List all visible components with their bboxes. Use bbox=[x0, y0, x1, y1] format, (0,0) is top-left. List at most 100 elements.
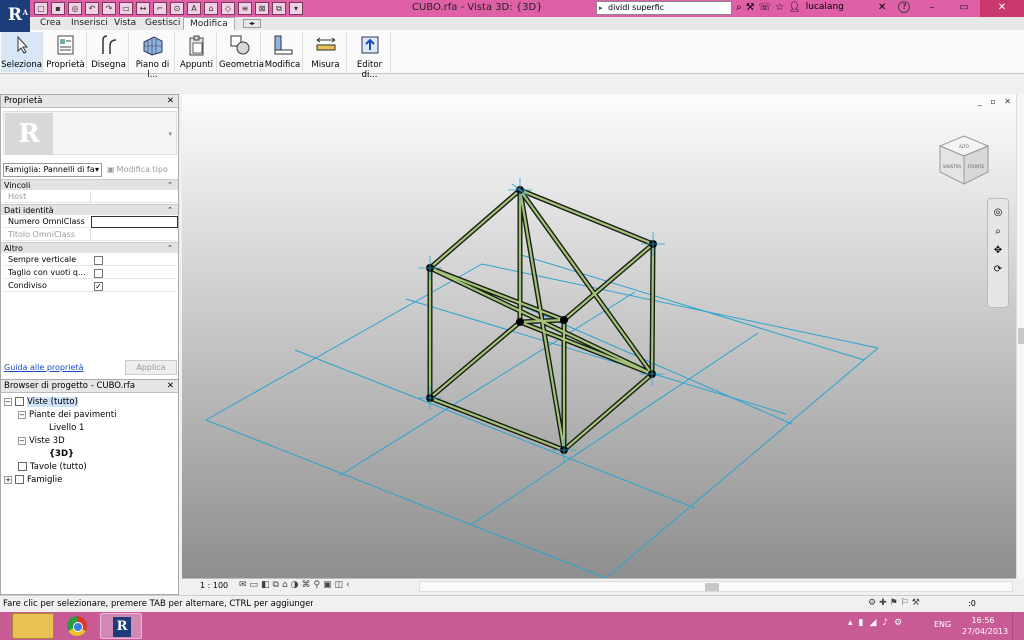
ribbon-panel: Seleziona Proprietà Disegna Piano di l..… bbox=[0, 30, 1024, 80]
section-vincoli[interactable]: Vincoli ⌃ bbox=[1, 179, 178, 190]
tree-viste[interactable]: − Viste (tutto) bbox=[4, 396, 78, 408]
language-indicator[interactable]: ENG bbox=[934, 620, 951, 629]
row-taglio-vuoti: Taglio con vuoti q... bbox=[3, 267, 177, 279]
chrome-taskbar-button[interactable] bbox=[56, 613, 98, 639]
section-dati-identita[interactable]: Dati identità ⌃ bbox=[1, 204, 178, 215]
geometry-label: Geometria bbox=[219, 60, 264, 70]
print-icon[interactable]: ▭ bbox=[119, 2, 133, 15]
system-tray-icons[interactable]: ▴▮◢♪⚙ bbox=[848, 618, 908, 628]
user-icon[interactable]: 👤︎ bbox=[788, 2, 801, 13]
help-icon[interactable]: ? bbox=[898, 1, 911, 13]
geometry-button[interactable]: Geometria bbox=[219, 32, 264, 72]
measure-button[interactable]: Misura bbox=[305, 32, 347, 72]
condiviso-checkbox[interactable]: ✓ bbox=[94, 282, 103, 291]
favorites-icon[interactable]: ☆ bbox=[775, 2, 784, 13]
clock[interactable]: 16:56 27/04/2013 bbox=[962, 615, 1008, 637]
tab-vista[interactable]: Vista bbox=[114, 17, 136, 30]
tree-famiglie[interactable]: + Famiglie bbox=[4, 474, 62, 486]
close-hidden-icon[interactable]: ⊠ bbox=[255, 2, 269, 15]
edit-type-button[interactable]: Modifica tipo bbox=[107, 163, 177, 177]
communication-icon[interactable]: ☏ bbox=[759, 2, 772, 13]
ribbon-minimize-icon[interactable]: ◂▸ bbox=[243, 19, 261, 28]
tree-livello-1[interactable]: Livello 1 bbox=[49, 422, 84, 434]
minimize-button[interactable]: – bbox=[916, 0, 948, 17]
orbit-icon[interactable]: ⟳ bbox=[988, 264, 1008, 275]
show-desktop-button[interactable] bbox=[1012, 612, 1024, 640]
file-explorer-taskbar-button[interactable] bbox=[12, 613, 54, 639]
reference-grid bbox=[205, 253, 879, 578]
work-plane-button[interactable]: Piano di l... bbox=[131, 32, 175, 80]
type-selector[interactable]: R ▾ bbox=[3, 111, 177, 155]
binoculars-icon[interactable]: ⌕ bbox=[736, 2, 742, 13]
draw-button[interactable]: Disegna bbox=[89, 32, 129, 72]
steering-wheel-icon[interactable]: ◎ bbox=[988, 207, 1008, 218]
maximize-button[interactable]: ▭ bbox=[948, 0, 980, 17]
redo-icon[interactable]: ↷ bbox=[102, 2, 116, 15]
view-window-controls[interactable]: _ ▫ ✕ bbox=[978, 97, 1014, 106]
sempre-verticale-checkbox[interactable] bbox=[94, 256, 103, 265]
collapse-icon[interactable]: − bbox=[4, 397, 12, 406]
collapse-icon[interactable]: − bbox=[18, 436, 26, 445]
close-button[interactable]: ✕ bbox=[980, 0, 1024, 17]
sync-icon[interactable]: ◎ bbox=[68, 2, 82, 15]
search-input[interactable]: dividi superfic bbox=[596, 1, 732, 15]
omniclass-number-input[interactable] bbox=[91, 216, 178, 228]
save-icon[interactable]: ▪ bbox=[51, 2, 65, 15]
apply-button[interactable]: Applica bbox=[125, 360, 177, 375]
tree-tavole[interactable]: Tavole (tutto) bbox=[18, 461, 87, 473]
tree-piante[interactable]: − Piante dei pavimenti bbox=[18, 409, 116, 421]
zoom-icon[interactable]: ⌕ bbox=[988, 226, 1008, 237]
exchange-icon[interactable]: ✕ bbox=[878, 2, 886, 13]
collapse-icon[interactable]: − bbox=[18, 410, 26, 419]
close-icon[interactable]: ✕ bbox=[167, 95, 174, 108]
expand-icon[interactable]: + bbox=[4, 475, 12, 484]
views-icon bbox=[15, 397, 24, 406]
vertical-scrollbar[interactable] bbox=[1016, 94, 1024, 578]
dimension-icon[interactable]: ⌐ bbox=[153, 2, 167, 15]
undo-icon[interactable]: ↶ bbox=[85, 2, 99, 15]
section-icon[interactable]: ◇ bbox=[221, 2, 235, 15]
text-icon[interactable]: A bbox=[187, 2, 201, 15]
clipboard-button[interactable]: Appunti bbox=[177, 32, 217, 72]
taglio-vuoti-checkbox[interactable] bbox=[94, 269, 103, 278]
user-name[interactable]: lucalang bbox=[806, 2, 844, 12]
selection-filter-icons[interactable]: ⚙✚⚑⚐⚒ bbox=[868, 598, 923, 608]
horizontal-scrollbar[interactable] bbox=[419, 581, 1013, 592]
family-filter-select[interactable]: Famiglia: Pannelli di fa bbox=[3, 163, 102, 177]
family-editor-button[interactable]: Editor di... bbox=[349, 32, 391, 80]
scrollbar-thumb[interactable] bbox=[1018, 328, 1024, 344]
revit-taskbar-button[interactable]: R bbox=[100, 613, 142, 639]
tree-label: Tavole (tutto) bbox=[30, 462, 87, 472]
measure-icon[interactable]: ↔ bbox=[136, 2, 150, 15]
family-editor-icon bbox=[361, 36, 378, 54]
application-menu-button[interactable]: AR bbox=[0, 0, 30, 32]
pan-icon[interactable]: ✥ bbox=[988, 245, 1008, 256]
scrollbar-thumb[interactable] bbox=[705, 583, 719, 591]
switch-windows-icon[interactable]: ⧉ bbox=[272, 2, 286, 15]
measure-icon bbox=[316, 37, 335, 51]
view-control-icons[interactable]: ✉▭◧⧉⌂◑⌘⚲▣◫‹ bbox=[239, 580, 353, 590]
viewcube[interactable]: ALTO SINISTRA FRONTE bbox=[936, 132, 992, 188]
dropdown-icon[interactable]: ▾ bbox=[289, 2, 303, 15]
tag-icon[interactable]: ⊙ bbox=[170, 2, 184, 15]
section-altro[interactable]: Altro ⌃ bbox=[1, 242, 178, 253]
tab-gestisci[interactable]: Gestisci bbox=[145, 17, 180, 30]
properties-button[interactable]: Proprietà bbox=[45, 32, 87, 72]
tree-viste-3d[interactable]: − Viste 3D bbox=[18, 435, 65, 447]
3d-viewport[interactable]: _ ▫ ✕ ALTO SINISTRA FRONTE ◎ ⌕ ✥ ⟳ bbox=[182, 94, 1016, 578]
model-canvas[interactable] bbox=[182, 94, 1016, 578]
thin-lines-icon[interactable]: ≡ bbox=[238, 2, 252, 15]
3d-view-icon[interactable]: ⌂ bbox=[204, 2, 218, 15]
tab-modifica[interactable]: Modifica bbox=[183, 17, 235, 31]
close-icon[interactable]: ✕ bbox=[167, 380, 174, 393]
select-button[interactable]: Seleziona bbox=[1, 32, 43, 72]
modify-label: Modifica bbox=[264, 60, 301, 70]
tree-3d-view[interactable]: {3D} bbox=[49, 448, 74, 460]
subscription-icon[interactable]: ⚒ bbox=[746, 2, 755, 13]
properties-help-link[interactable]: Guida alle proprietà bbox=[4, 363, 83, 372]
tab-crea[interactable]: Crea bbox=[40, 17, 61, 30]
modify-button[interactable]: Modifica bbox=[263, 32, 303, 72]
tab-inserisci[interactable]: Inserisci bbox=[71, 17, 108, 30]
open-icon[interactable]: ▢ bbox=[34, 2, 48, 15]
view-scale[interactable]: 1 : 100 bbox=[200, 581, 228, 590]
